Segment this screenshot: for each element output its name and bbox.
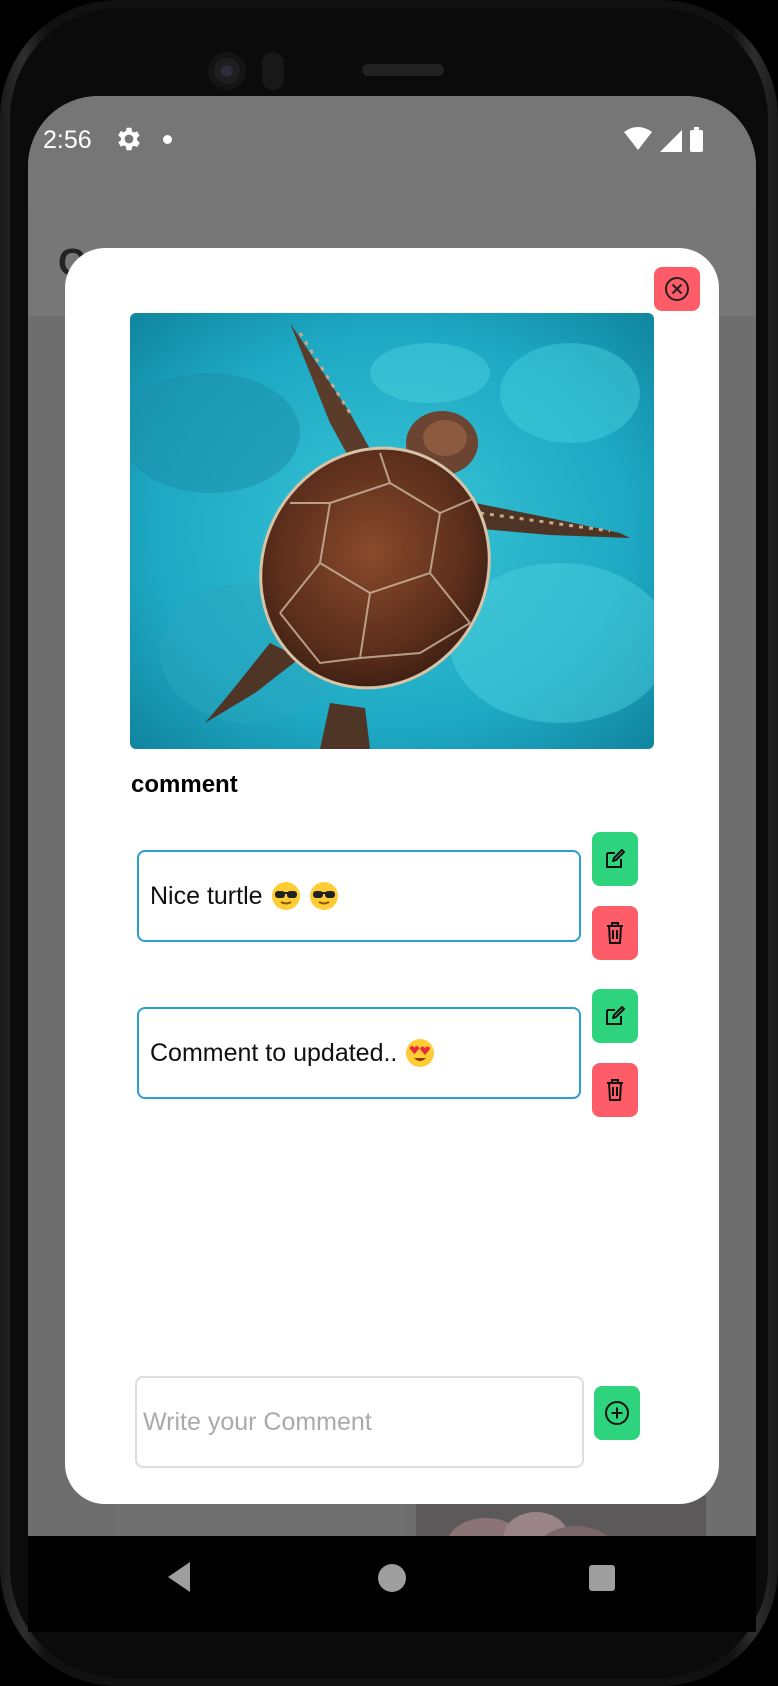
sunglasses-face-emoji [309,882,338,910]
close-circle-icon [665,277,689,301]
comment-input[interactable] [135,1376,584,1468]
status-bar: 2:56 [28,96,756,212]
comment-item[interactable]: Comment to updated.. [137,1007,581,1099]
phone-frame: 2:56 C comment Nice turtle Comment to up… [0,0,778,1686]
status-icons [624,127,703,152]
sunglasses-face-emoji [271,882,300,910]
recents-nav-icon[interactable] [589,1565,615,1591]
heart-eyes-face-emoji [406,1039,435,1067]
edit-icon [606,849,625,868]
battery-icon [690,130,703,152]
notification-dot-icon [163,135,172,144]
plus-circle-icon [605,1401,629,1425]
post-image [130,313,654,749]
earpiece-speaker [362,64,444,76]
edit-comment-button[interactable] [592,832,638,886]
delete-comment-button[interactable] [592,906,638,960]
comment-item[interactable]: Nice turtle [137,850,581,942]
trash-icon [607,1079,623,1101]
proximity-sensor [262,52,284,90]
edit-comment-button[interactable] [592,989,638,1043]
delete-comment-button[interactable] [592,1063,638,1117]
trash-icon [607,922,623,944]
back-nav-icon[interactable] [166,1560,192,1594]
comment-modal: comment Nice turtle Comment to updated..… [65,248,719,1504]
settings-gear-icon [118,127,140,151]
close-button[interactable] [654,267,700,311]
wifi-icon [624,127,652,150]
edit-icon [606,1006,625,1025]
comment-section-label: comment [131,771,238,798]
signal-icon [660,130,682,152]
comment-text: Nice turtle [150,881,263,910]
front-camera [208,52,246,90]
comment-text: Comment to updated.. [150,1038,398,1067]
home-nav-icon[interactable] [378,1564,406,1592]
navigation-bar [28,1536,756,1632]
status-time: 2:56 [43,126,92,154]
add-comment-button[interactable] [594,1386,640,1440]
